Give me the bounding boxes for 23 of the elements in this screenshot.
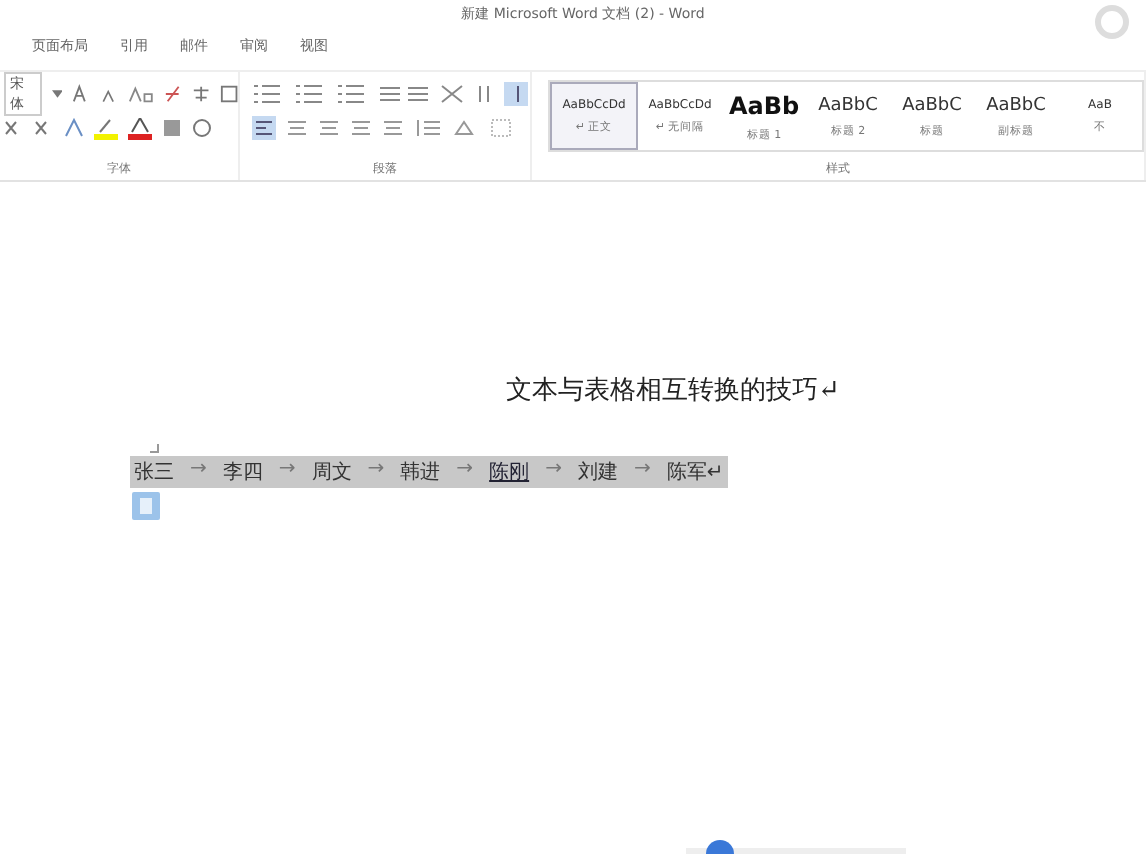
align-icon[interactable]	[318, 118, 340, 138]
border-char-icon[interactable]	[219, 84, 238, 104]
highlighter-icon[interactable]	[94, 117, 118, 139]
paragraph-mark-icon	[150, 444, 160, 454]
list-icon[interactable]	[336, 84, 368, 104]
list-icon[interactable]	[252, 84, 284, 104]
char-shading-icon[interactable]	[162, 118, 182, 138]
line-spacing-icon[interactable]	[414, 118, 442, 138]
document-heading: 文本与表格相互转换的技巧↵	[504, 374, 842, 408]
align-left-icon[interactable]	[252, 116, 276, 140]
align-icon[interactable]	[382, 118, 404, 138]
show-marks-icon[interactable]	[504, 82, 528, 106]
font-color-icon[interactable]	[128, 117, 152, 139]
list-icon[interactable]	[294, 84, 326, 104]
enclose-char-icon[interactable]	[192, 118, 212, 138]
grow-font-icon[interactable]	[72, 84, 91, 104]
align-icon[interactable]	[350, 118, 372, 138]
text-effect-icon[interactable]	[64, 118, 84, 138]
indent-icon[interactable]	[378, 84, 430, 104]
borders-icon[interactable]	[490, 118, 514, 138]
dropdown-arrow-icon[interactable]	[51, 88, 63, 100]
align-icon[interactable]	[286, 118, 308, 138]
change-case-icon[interactable]	[127, 85, 154, 103]
